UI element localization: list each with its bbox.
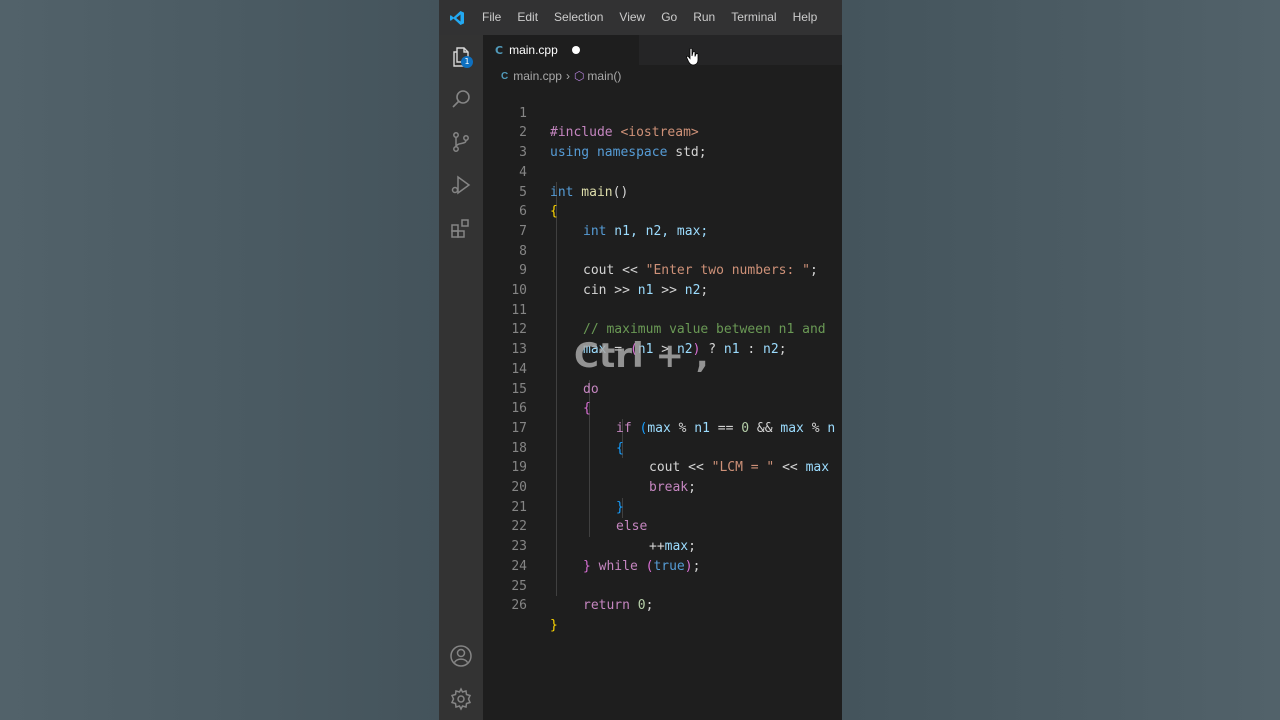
code-line: 22 ++max; — [483, 498, 842, 554]
menu-terminal[interactable]: Terminal — [723, 0, 784, 35]
code-line: 20 } — [483, 458, 842, 515]
code-line: 7 — [483, 202, 842, 239]
menu-view[interactable]: View — [611, 0, 653, 35]
menu-run[interactable]: Run — [685, 0, 723, 35]
code-line: 3 — [483, 123, 842, 160]
tab-label: main.cpp — [509, 43, 558, 57]
code-line: 18 cout << "LCM = " << max — [483, 419, 842, 476]
tab-bar: C main.cpp — [483, 35, 842, 65]
code-line: 19 break; — [483, 439, 842, 495]
function-cube-icon: ⬡ — [573, 69, 585, 83]
run-debug-icon[interactable] — [449, 173, 473, 197]
menu-help[interactable]: Help — [785, 0, 826, 35]
code-line: 8 cout << "Enter two numbers: "; — [483, 222, 842, 279]
search-icon[interactable] — [449, 87, 473, 111]
menu-edit[interactable]: Edit — [509, 0, 546, 35]
code-line: 21 else — [483, 478, 842, 535]
title-bar: File Edit Selection View Go Run Terminal… — [439, 0, 842, 35]
settings-gear-icon[interactable] — [449, 687, 473, 711]
code-line: 10 — [483, 261, 842, 298]
breadcrumb-file[interactable]: main.cpp — [513, 69, 562, 83]
code-line: 4 int main() — [483, 143, 842, 200]
code-line: 24 — [483, 537, 842, 574]
explorer-badge: 1 — [461, 56, 473, 68]
source-control-icon[interactable] — [449, 130, 473, 154]
cpp-file-icon: C — [501, 70, 509, 82]
code-line: 16 if (max % n1 == 0 && max % n — [483, 380, 842, 436]
mouse-cursor-icon — [686, 47, 700, 66]
code-editor[interactable]: 1 #include <iostream> 2 using namespace … — [483, 84, 842, 720]
chevron-right-icon: › — [565, 69, 570, 83]
code-line: 2 using namespace std; — [483, 104, 842, 160]
cpp-file-icon: C — [495, 43, 504, 57]
code-line: 9 cin >> n1 >> n2; — [483, 242, 842, 298]
code-line: 11 // maximum value between n1 and — [483, 281, 842, 338]
vscode-logo-icon — [439, 0, 474, 35]
background-left — [0, 0, 439, 720]
code-line: 12 max = (n1 > n2) ? n1 : n2; — [483, 301, 842, 357]
activity-bar: 1 — [439, 35, 483, 720]
breadcrumb-symbol[interactable]: main() — [587, 69, 621, 83]
line-number: 26 — [511, 598, 527, 614]
background-right — [842, 0, 1280, 720]
menu-go[interactable]: Go — [653, 0, 685, 35]
code-line: 25 return 0; — [483, 557, 842, 614]
menu-selection[interactable]: Selection — [546, 0, 611, 35]
keyboard-shortcut-overlay: Ctrl + , — [574, 336, 709, 376]
code-line: 1 #include <iostream> — [483, 84, 842, 141]
account-icon[interactable] — [449, 644, 473, 668]
code-line: 26 } — [483, 577, 842, 633]
unsaved-dot-icon[interactable] — [572, 46, 580, 54]
menu-file[interactable]: File — [474, 0, 509, 35]
code-line: 6 int n1, n2, max; — [483, 183, 842, 239]
code-line: 17 { — [483, 399, 842, 456]
extensions-icon[interactable] — [449, 216, 473, 240]
code-line: 23 } while (true); — [483, 517, 842, 574]
code-line: 5 { — [483, 163, 842, 220]
tab-main-cpp[interactable]: C main.cpp — [483, 35, 639, 65]
